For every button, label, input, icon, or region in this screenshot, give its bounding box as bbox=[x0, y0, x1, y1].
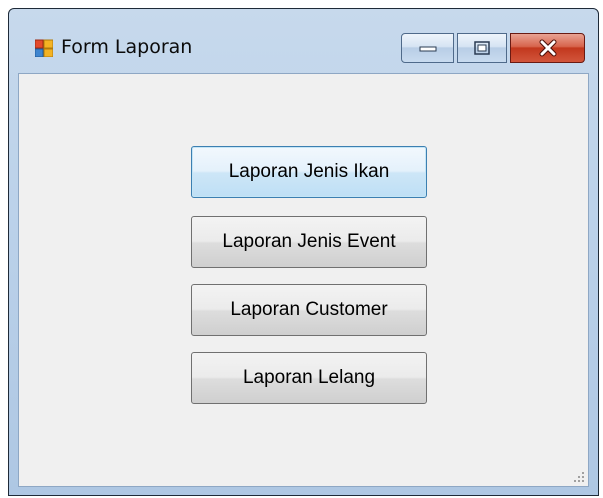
windows-form-icon bbox=[35, 39, 53, 57]
resize-grip-icon[interactable] bbox=[573, 471, 585, 483]
laporan-jenis-ikan-button[interactable]: Laporan Jenis Ikan bbox=[191, 146, 427, 198]
laporan-customer-button[interactable]: Laporan Customer bbox=[191, 284, 427, 336]
title-bar[interactable]: Form Laporan bbox=[9, 9, 598, 73]
close-button[interactable] bbox=[510, 33, 585, 63]
maximize-button[interactable] bbox=[457, 33, 507, 63]
close-icon bbox=[539, 39, 556, 57]
maximize-icon bbox=[474, 41, 490, 55]
minimize-button[interactable] bbox=[401, 33, 454, 63]
window-title: Form Laporan bbox=[61, 36, 193, 58]
form-laporan-window: Form Laporan Laporan Jenis Ikan Laporan … bbox=[8, 8, 599, 496]
laporan-jenis-event-button[interactable]: Laporan Jenis Event bbox=[191, 216, 427, 268]
minimize-icon bbox=[419, 46, 436, 52]
form-client-area: Laporan Jenis Ikan Laporan Jenis Event L… bbox=[18, 73, 589, 487]
laporan-lelang-button[interactable]: Laporan Lelang bbox=[191, 352, 427, 404]
